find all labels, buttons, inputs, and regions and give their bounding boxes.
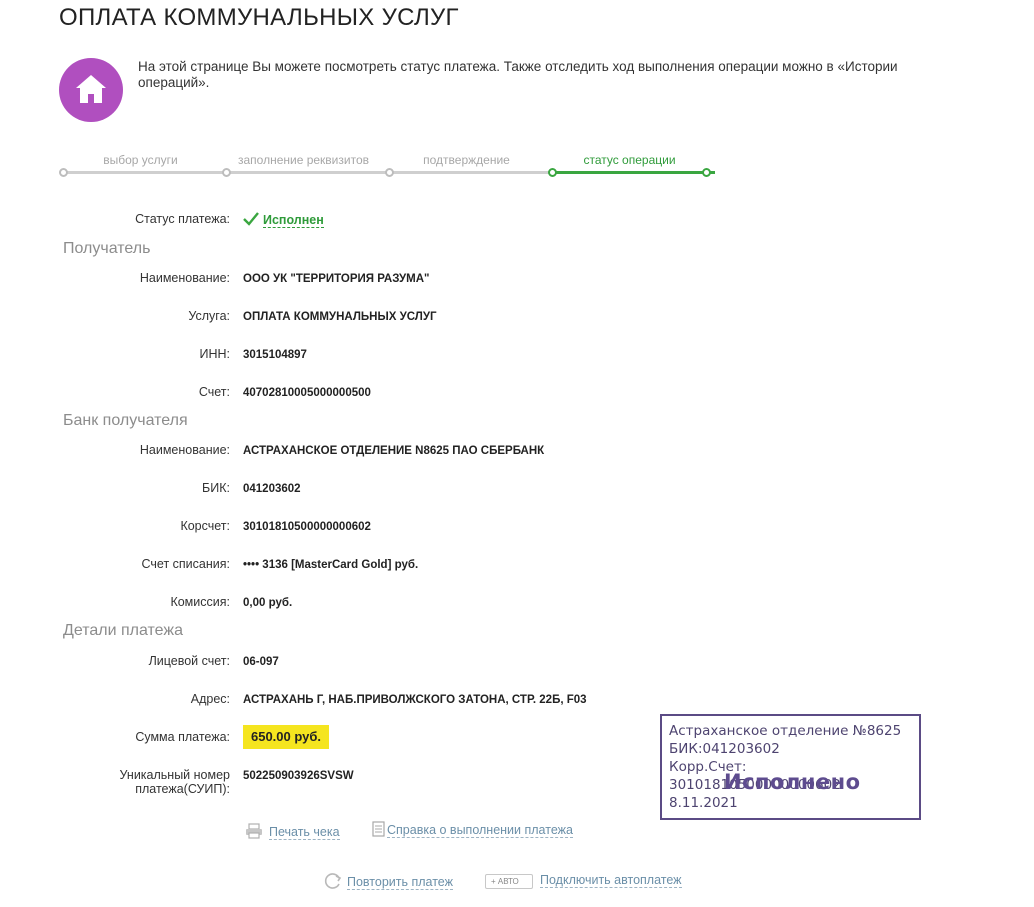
account-value: 40702810005000000500 bbox=[243, 387, 371, 399]
inn-label: ИНН: bbox=[199, 347, 230, 361]
suip-label-line1: Уникальный номер bbox=[119, 768, 230, 782]
corr-account-value: 30101810500000000602 bbox=[243, 521, 371, 533]
debit-account-value: •••• 3136 [MasterCard Gold] руб. bbox=[243, 559, 419, 571]
step-confirmation: подтверждение bbox=[385, 150, 552, 180]
print-receipt-button[interactable]: Печать чека bbox=[245, 823, 340, 840]
checkmark-icon bbox=[243, 212, 259, 226]
inn-value: 3015104897 bbox=[243, 349, 307, 361]
stamp-branch: Астраханское отделение №8625 bbox=[669, 723, 902, 739]
amount-label: Сумма платежа: bbox=[135, 730, 230, 744]
bik-label: БИК: bbox=[202, 481, 230, 495]
address-label: Адрес: bbox=[190, 692, 230, 706]
bank-name-value: АСТРАХАНСКОЕ ОТДЕЛЕНИЕ N8625 ПАО СБЕРБАН… bbox=[243, 445, 545, 457]
step-label: выбор услуги bbox=[103, 153, 178, 167]
step-label: статус операции bbox=[583, 153, 676, 167]
debit-account-label: Счет списания: bbox=[141, 557, 230, 571]
step-label: подтверждение bbox=[423, 153, 510, 167]
section-payment-details: Детали платежа bbox=[63, 622, 183, 639]
progress-stepper: выбор услуги заполнение реквизитов подтв… bbox=[59, 150, 719, 180]
intro-text: На этой странице Вы можете посмотреть ст… bbox=[138, 59, 898, 90]
amount-value: 650.00 руб. bbox=[243, 725, 329, 749]
autopay-label: Подключить автоплатеж bbox=[540, 873, 682, 888]
section-recipient: Получатель bbox=[63, 240, 151, 257]
service-label: Услуга: bbox=[188, 309, 230, 323]
account-label: Счет: bbox=[198, 385, 230, 399]
step-dot bbox=[222, 168, 231, 177]
personal-account-label: Лицевой счет: bbox=[148, 654, 230, 668]
recipient-name-value: ООО УК "ТЕРРИТОРИЯ РАЗУМА" bbox=[243, 273, 430, 285]
step-dot bbox=[385, 168, 394, 177]
home-icon bbox=[59, 58, 123, 122]
document-icon bbox=[372, 821, 385, 837]
status-value-link[interactable]: Исполнен bbox=[263, 213, 324, 228]
bik-value: 041203602 bbox=[243, 483, 301, 495]
suip-value: 502250903926SVSW bbox=[243, 770, 354, 782]
step-dot bbox=[548, 168, 557, 177]
stamp-date: 8.11.2021 bbox=[669, 795, 738, 811]
repeat-payment-label: Повторить платеж bbox=[347, 875, 453, 890]
print-receipt-label: Печать чека bbox=[269, 825, 340, 840]
step-service-selection: выбор услуги bbox=[59, 150, 226, 180]
printer-icon bbox=[246, 823, 262, 839]
stamp-executed: Исполнено bbox=[724, 770, 861, 794]
personal-account-value: 06-097 bbox=[243, 656, 279, 668]
bank-stamp: Астраханское отделение №8625 БИК:0412036… bbox=[660, 714, 921, 820]
step-operation-status: статус операции bbox=[548, 150, 715, 180]
recipient-name-label: Наименование: bbox=[139, 271, 230, 285]
section-recipient-bank: Банк получателя bbox=[63, 412, 188, 429]
suip-label: Уникальный номер платежа(СУИП): bbox=[120, 768, 230, 796]
corr-account-label: Корсчет: bbox=[180, 519, 230, 533]
address-value: АСТРАХАНЬ Г, НАБ.ПРИВОЛЖСКОГО ЗАТОНА, СТ… bbox=[243, 694, 587, 706]
step-details-entry: заполнение реквизитов bbox=[222, 150, 389, 180]
fee-label: Комиссия: bbox=[170, 595, 230, 609]
fee-value: 0,00 руб. bbox=[243, 597, 293, 609]
payment-certificate-button[interactable]: Справка о выполнении платежа bbox=[372, 821, 573, 838]
step-dot bbox=[702, 168, 711, 177]
step-dot bbox=[59, 168, 68, 177]
page-title: ОПЛАТА КОММУНАЛЬНЫХ УСЛУГ bbox=[59, 4, 459, 31]
stamp-bik: БИК:041203602 bbox=[669, 741, 780, 757]
payment-certificate-label: Справка о выполнении платежа bbox=[387, 823, 573, 838]
repeat-payment-button[interactable]: Повторить платеж bbox=[323, 871, 453, 891]
status-label: Статус платежа: bbox=[135, 212, 230, 226]
step-label: заполнение реквизитов bbox=[237, 153, 369, 167]
refresh-icon bbox=[324, 873, 342, 889]
auto-badge-icon: + АВТО bbox=[485, 874, 533, 889]
service-value: ОПЛАТА КОММУНАЛЬНЫХ УСЛУГ bbox=[243, 311, 437, 323]
autopay-button[interactable]: Подключить автоплатеж bbox=[540, 873, 682, 888]
bank-name-label: Наименование: bbox=[139, 443, 230, 457]
suip-label-line2: платежа(СУИП): bbox=[135, 782, 230, 796]
